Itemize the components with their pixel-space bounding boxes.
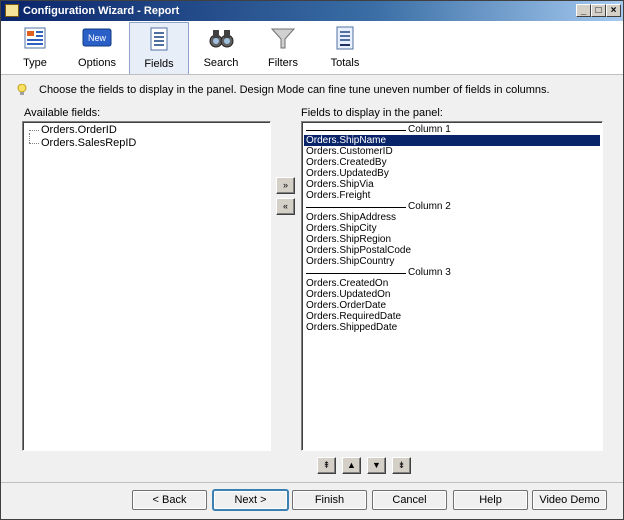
tab-options[interactable]: New Options — [67, 22, 127, 74]
tab-fields[interactable]: Fields — [129, 22, 189, 74]
field-item[interactable]: Orders.Freight — [304, 190, 600, 201]
window-title: Configuration Wizard - Report — [23, 5, 180, 17]
tab-totals[interactable]: Totals — [315, 22, 375, 74]
new-badge-text: New — [88, 33, 107, 43]
video-demo-button[interactable]: Video Demo — [532, 490, 607, 510]
available-fields-list[interactable]: Orders.OrderID Orders.SalesRepID — [22, 121, 271, 451]
finish-button[interactable]: Finish — [292, 490, 367, 510]
tab-type-label: Type — [23, 57, 47, 69]
column-label: Column 3 — [408, 267, 451, 278]
field-item[interactable]: Orders.RequiredDate — [304, 311, 600, 322]
separator-line — [306, 273, 406, 274]
tab-filters-label: Filters — [268, 57, 298, 69]
cancel-button[interactable]: Cancel — [372, 490, 447, 510]
move-up-button[interactable]: ▲ — [342, 457, 361, 474]
field-item[interactable]: Orders.ShipCountry — [304, 256, 600, 267]
move-top-button[interactable]: ⇞ — [317, 457, 336, 474]
tab-type[interactable]: Type — [5, 22, 65, 74]
maximize-button[interactable]: □ — [591, 4, 606, 17]
display-fields-list[interactable]: Column 1 Orders.ShipName Orders.CustomerID… — [301, 121, 603, 451]
separator-line — [306, 207, 406, 208]
lightbulb-icon — [17, 84, 27, 95]
column-label: Column 2 — [408, 201, 451, 212]
column-label: Column 1 — [408, 124, 451, 135]
bottom-divider — [1, 482, 623, 483]
funnel-icon — [270, 28, 296, 49]
field-item[interactable]: Orders.ShipPostalCode — [304, 245, 600, 256]
close-button[interactable]: × — [606, 4, 621, 17]
field-item[interactable]: Orders.ShipCity — [304, 223, 600, 234]
back-button[interactable]: < Back — [132, 490, 207, 510]
field-item[interactable]: Orders.OrderDate — [304, 300, 600, 311]
selected-field-item[interactable]: Orders.ShipName — [304, 135, 600, 146]
field-item[interactable]: Orders.ShipRegion — [304, 234, 600, 245]
column-separator[interactable]: Column 1 — [304, 124, 600, 135]
tab-totals-label: Totals — [330, 57, 360, 69]
info-bar: Choose the fields to display in the pane… — [15, 84, 615, 98]
separator-line — [306, 130, 406, 131]
move-bottom-button[interactable]: ⇟ — [392, 457, 411, 474]
field-item[interactable]: Orders.ShippedDate — [304, 322, 600, 333]
wizard-toolbar: Type New Options Fields Search Filters T… — [1, 21, 623, 75]
field-item[interactable]: Orders.ShipVia — [304, 179, 600, 190]
new-badge-icon: New — [82, 28, 112, 47]
tab-search[interactable]: Search — [191, 22, 251, 74]
info-message: Choose the fields to display in the pane… — [39, 84, 550, 96]
remove-field-button[interactable]: « — [276, 198, 295, 215]
next-button[interactable]: Next > — [213, 490, 288, 510]
field-item[interactable]: Orders.UpdatedBy — [304, 168, 600, 179]
type-icon — [24, 27, 46, 49]
add-field-button[interactable]: » — [276, 177, 295, 194]
binoculars-icon — [209, 30, 234, 48]
field-item[interactable]: Orders.ShipAddress — [304, 212, 600, 223]
app-icon — [5, 4, 19, 17]
field-item[interactable]: Orders.CreatedBy — [304, 157, 600, 168]
fields-list-icon — [150, 27, 168, 51]
field-item[interactable]: Orders.UpdatedOn — [304, 289, 600, 300]
field-item[interactable]: Orders.CustomerID — [304, 146, 600, 157]
tab-filters[interactable]: Filters — [253, 22, 313, 74]
tab-fields-label: Fields — [144, 58, 174, 70]
tab-options-label: Options — [78, 57, 116, 69]
tab-search-label: Search — [203, 57, 239, 69]
display-rows: Column 1 Orders.ShipName Orders.CustomerID… — [304, 124, 600, 333]
title-bar[interactable]: Configuration Wizard - Report _ □ × — [1, 1, 623, 21]
help-button[interactable]: Help — [453, 490, 528, 510]
column-separator[interactable]: Column 3 — [304, 267, 600, 278]
move-down-button[interactable]: ▼ — [367, 457, 386, 474]
available-fields-label: Available fields: — [24, 107, 101, 119]
totals-icon — [336, 26, 354, 50]
field-item[interactable]: Orders.CreatedOn — [304, 278, 600, 289]
minimize-button[interactable]: _ — [576, 4, 591, 17]
configuration-wizard-window: Configuration Wizard - Report _ □ × Type… — [0, 0, 624, 520]
display-fields-label: Fields to display in the panel: — [301, 107, 443, 119]
column-separator[interactable]: Column 2 — [304, 201, 600, 212]
